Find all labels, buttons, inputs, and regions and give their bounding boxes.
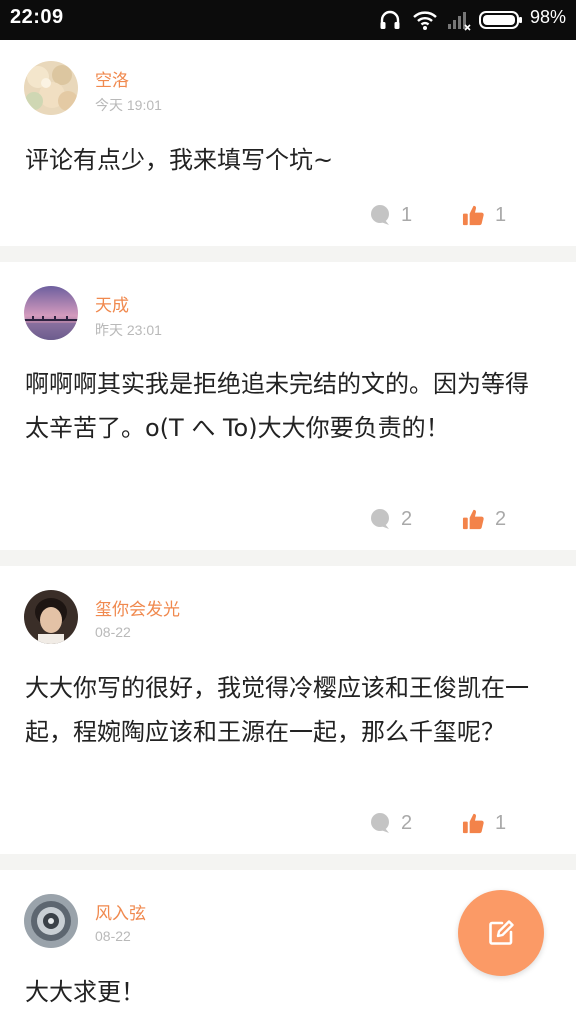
like-button[interactable]: 2 [462,507,506,531]
comment-date: 今天 19:01 [95,97,162,113]
avatar[interactable] [24,590,78,644]
comment-text: 大大你写的很好，我觉得冷樱应该和王俊凯在一起，程婉陶应该和王源在一起，那么千玺呢… [25,674,529,746]
like-count: 2 [495,507,507,530]
thumbs-up-icon [462,205,484,225]
status-bar: 22:09 98% [0,0,576,40]
battery-icon [479,10,523,34]
thumbs-up-icon [462,509,484,529]
username[interactable]: 空洛 [95,66,129,91]
comment-text: 评论有点少，我来填写个坑~ [25,146,334,174]
comment-card: 天成 昨天 23:01 啊啊啊其实我是拒绝追未完结的文的。因为等得太辛苦了。o(… [0,262,576,550]
comment-bubble-icon [371,205,389,225]
like-count: 1 [495,811,507,834]
comment-text: 大大求更！ [25,978,145,1006]
like-button[interactable]: 1 [462,203,506,227]
reply-button[interactable]: 2 [369,811,412,835]
comment-card: 空洛 今天 19:01 评论有点少，我来填写个坑~ 1 1 [0,40,576,246]
comment-text: 啊啊啊其实我是拒绝追未完结的文的。因为等得太辛苦了。o(T へ To)大大你要负… [25,370,529,442]
thumbs-up-icon [462,813,484,833]
username[interactable]: 风入弦 [95,899,146,924]
battery-percent: 98% [529,7,566,27]
reply-count: 2 [401,811,413,834]
compose-button[interactable] [458,890,544,976]
comment-card: 玺你会发光 08-22 大大你写的很好，我觉得冷樱应该和王俊凯在一起，程婉陶应该… [0,566,576,854]
like-button[interactable]: 1 [462,811,506,835]
reply-count: 2 [401,507,413,530]
status-time: 22:09 [10,6,64,28]
comment-bubble-icon [371,813,389,833]
reply-count: 1 [401,203,413,226]
comment-date: 08-22 [95,928,131,944]
edit-icon [489,920,514,945]
comment-date: 08-22 [95,624,131,640]
signal-icon [446,8,472,36]
like-count: 1 [495,203,507,226]
reply-button[interactable]: 1 [369,203,412,227]
reply-button[interactable]: 2 [369,507,412,531]
comment-date: 昨天 23:01 [95,322,162,338]
avatar[interactable] [24,894,78,948]
wifi-icon [412,8,438,36]
comment-bubble-icon [371,509,389,529]
username[interactable]: 玺你会发光 [95,595,180,620]
avatar[interactable] [24,286,78,340]
avatar[interactable] [24,61,78,115]
username[interactable]: 天成 [95,291,129,316]
headphones-icon [378,8,402,36]
